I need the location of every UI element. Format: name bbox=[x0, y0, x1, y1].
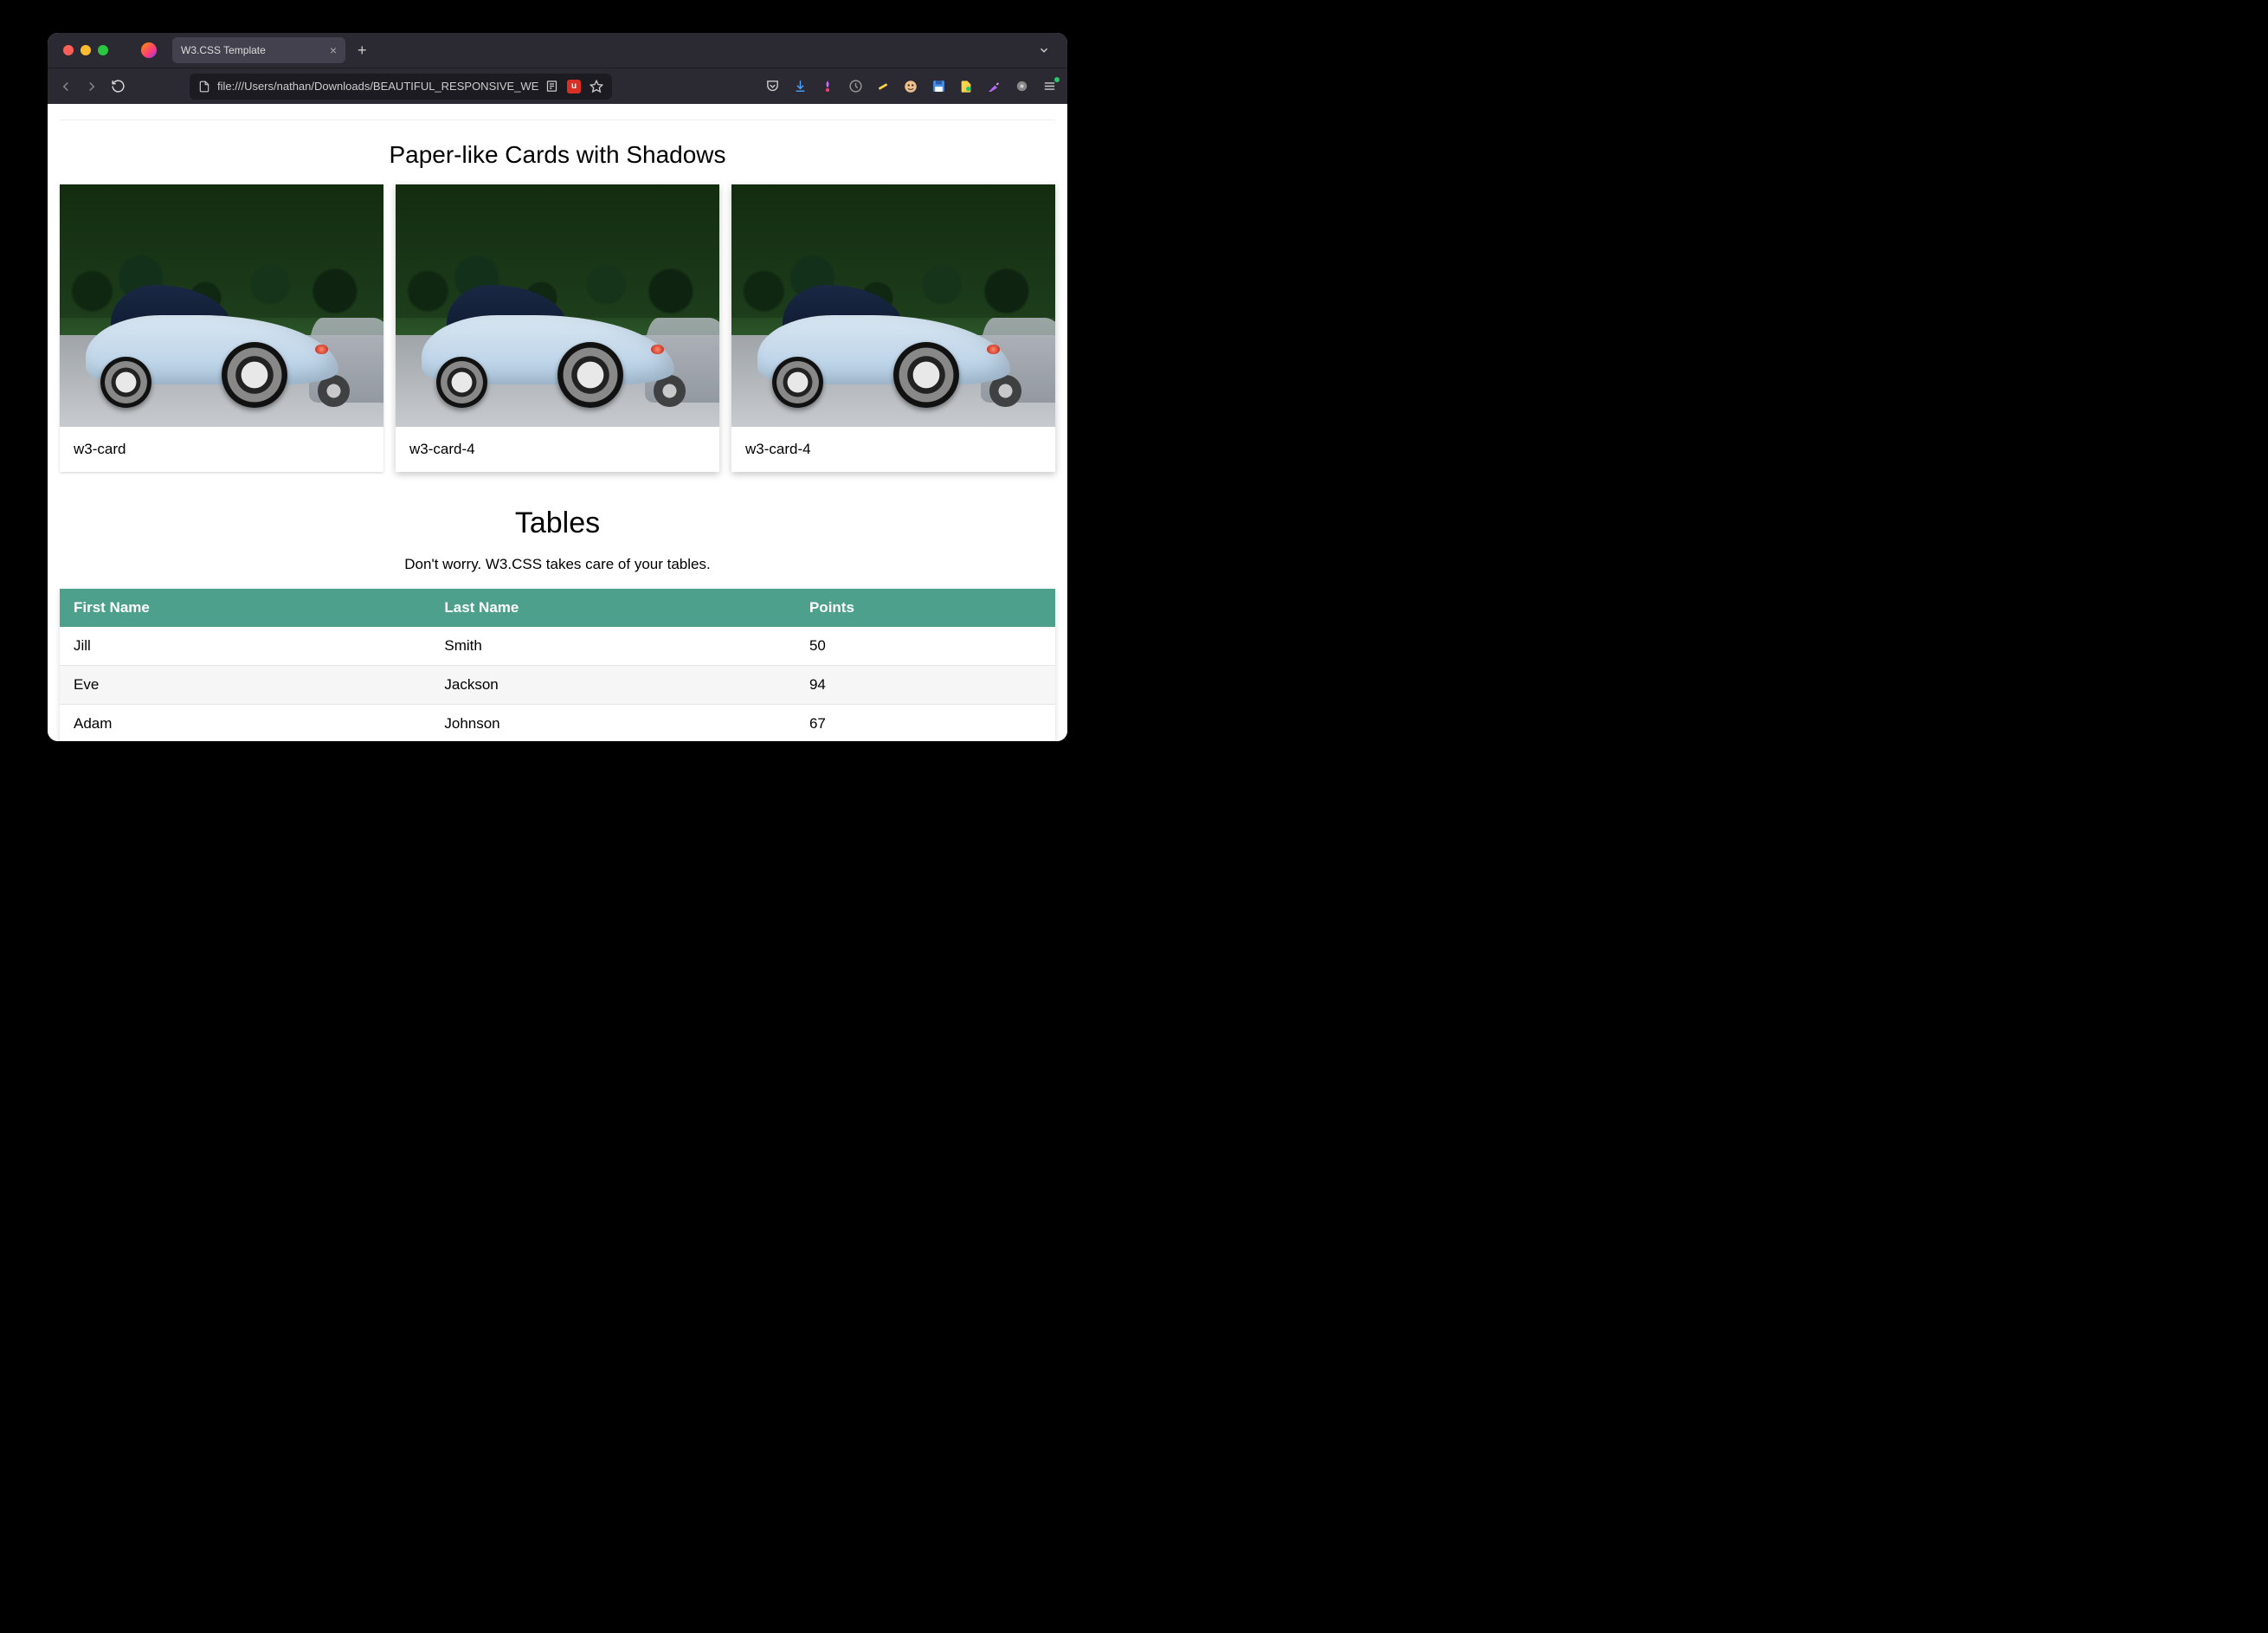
cards-heading: Paper-like Cards with Shadows bbox=[60, 141, 1055, 169]
card-image bbox=[731, 184, 1055, 427]
bookmark-button[interactable] bbox=[590, 80, 603, 94]
extension-icon[interactable] bbox=[820, 79, 835, 94]
table-row: Eve Jackson 94 bbox=[60, 666, 1055, 705]
url-text: file:///Users/nathan/Downloads/BEAUTIFUL… bbox=[217, 80, 538, 93]
card-label: w3-card-4 bbox=[396, 427, 719, 472]
table-cell: Jackson bbox=[430, 666, 796, 705]
divider bbox=[60, 119, 1055, 120]
table-cell: Adam bbox=[60, 705, 430, 742]
card-image bbox=[60, 184, 383, 427]
card-label: w3-card-4 bbox=[731, 427, 1055, 472]
extension-icon[interactable] bbox=[873, 75, 894, 97]
close-tab-button[interactable]: × bbox=[330, 43, 337, 57]
toolbar-extensions bbox=[764, 79, 1057, 94]
window-controls bbox=[63, 45, 108, 55]
extension-icon[interactable] bbox=[903, 79, 918, 94]
reader-mode-button[interactable] bbox=[545, 80, 558, 93]
new-tab-button[interactable]: + bbox=[352, 42, 372, 60]
table-cell: Jill bbox=[60, 627, 430, 666]
tables-subtext: Don't worry. W3.CSS takes care of your t… bbox=[60, 556, 1055, 573]
back-button[interactable] bbox=[58, 79, 74, 94]
tables-heading: Tables bbox=[60, 507, 1055, 540]
extension-icon[interactable] bbox=[1014, 79, 1029, 94]
blocker-badge-icon[interactable]: u bbox=[567, 80, 581, 94]
downloads-button[interactable] bbox=[792, 79, 808, 94]
table-cell: 67 bbox=[796, 705, 1055, 742]
extension-icon[interactable] bbox=[986, 79, 1002, 94]
table-row: Jill Smith 50 bbox=[60, 627, 1055, 666]
browser-window: W3.CSS Template × + bbox=[48, 33, 1067, 741]
table-cell: Eve bbox=[60, 666, 430, 705]
card: w3-card-4 bbox=[731, 184, 1055, 472]
card: w3-card-4 bbox=[396, 184, 719, 472]
browser-tab[interactable]: W3.CSS Template × bbox=[172, 37, 345, 63]
column-header: First Name bbox=[60, 589, 430, 627]
extension-icon[interactable] bbox=[847, 79, 863, 94]
reload-button[interactable] bbox=[110, 79, 126, 94]
tabs-dropdown-button[interactable] bbox=[1038, 44, 1050, 56]
cards-row: w3-card w3-card-4 w3-c bbox=[60, 184, 1055, 472]
table-cell: 50 bbox=[796, 627, 1055, 666]
table-header: First Name Last Name Points bbox=[60, 589, 1055, 627]
url-bar[interactable]: file:///Users/nathan/Downloads/BEAUTIFUL… bbox=[190, 74, 612, 100]
table-cell: Smith bbox=[430, 627, 796, 666]
tab-title: W3.CSS Template bbox=[181, 44, 266, 56]
app-menu-button[interactable] bbox=[1041, 79, 1057, 94]
minimize-window-button[interactable] bbox=[81, 45, 91, 55]
data-table: First Name Last Name Points Jill Smith 5… bbox=[60, 589, 1055, 741]
file-icon bbox=[198, 81, 210, 93]
maximize-window-button[interactable] bbox=[98, 45, 108, 55]
card-label: w3-card bbox=[60, 427, 383, 472]
table-cell: Johnson bbox=[430, 705, 796, 742]
page-viewport[interactable]: Paper-like Cards with Shadows w3-card bbox=[48, 104, 1067, 741]
firefox-icon bbox=[141, 42, 157, 58]
forward-button[interactable] bbox=[84, 79, 100, 94]
table-cell: 94 bbox=[796, 666, 1055, 705]
browser-chrome: W3.CSS Template × + bbox=[48, 33, 1067, 104]
table-body: Jill Smith 50 Eve Jackson 94 Adam Johnso… bbox=[60, 627, 1055, 741]
extension-icon[interactable] bbox=[958, 79, 974, 94]
card: w3-card bbox=[60, 184, 383, 472]
tab-bar: W3.CSS Template × + bbox=[48, 33, 1067, 68]
card-image bbox=[396, 184, 719, 427]
pocket-button[interactable] bbox=[764, 79, 780, 94]
column-header: Points bbox=[796, 589, 1055, 627]
url-actions: u bbox=[545, 80, 603, 94]
column-header: Last Name bbox=[430, 589, 796, 627]
save-icon[interactable] bbox=[931, 79, 946, 94]
nav-bar: file:///Users/nathan/Downloads/BEAUTIFUL… bbox=[48, 68, 1067, 104]
page-content: Paper-like Cards with Shadows w3-card bbox=[48, 119, 1067, 741]
table-row: Adam Johnson 67 bbox=[60, 705, 1055, 742]
close-window-button[interactable] bbox=[63, 45, 74, 55]
